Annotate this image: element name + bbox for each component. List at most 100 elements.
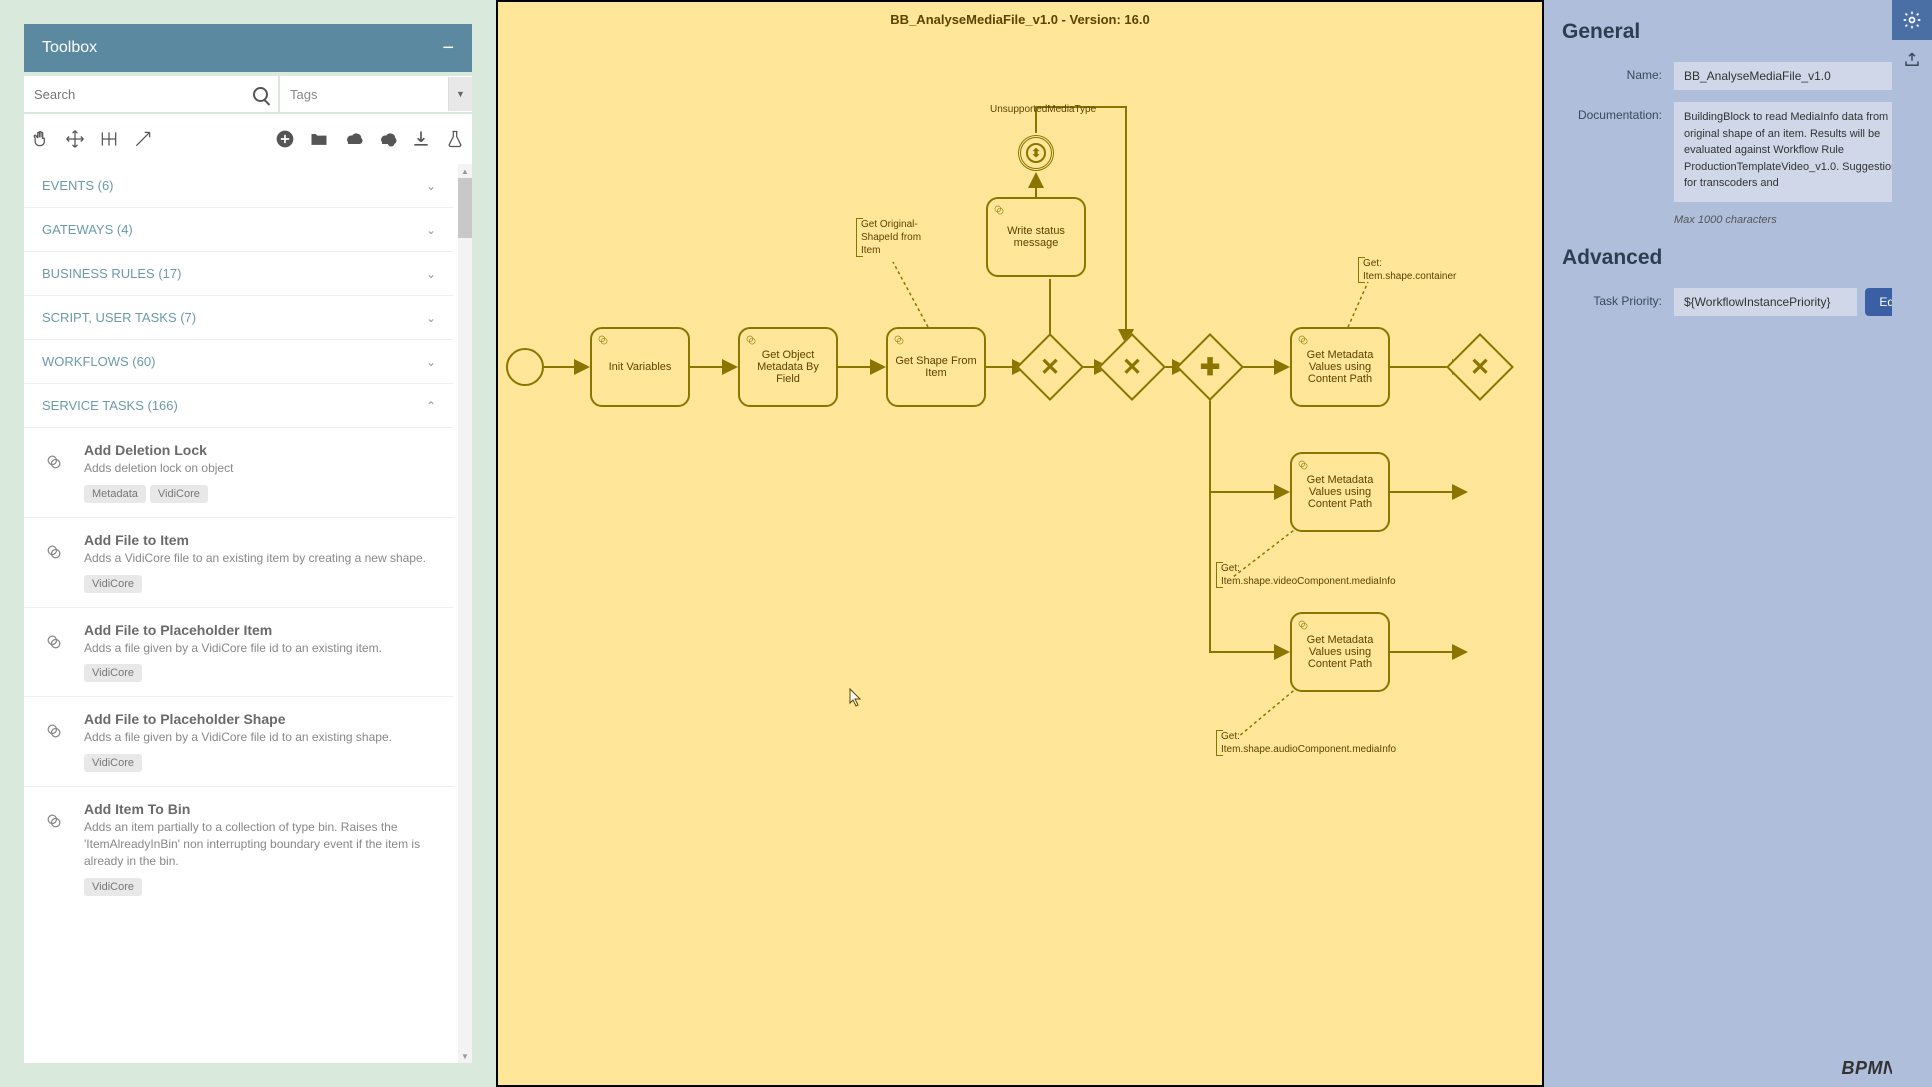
documentation-textarea[interactable] (1674, 102, 1914, 202)
gear-icon (44, 452, 64, 472)
search-box[interactable] (24, 76, 278, 112)
annotation-4: Get: Item.shape.audioComponent.mediaInfo (1216, 730, 1426, 756)
task-priority-input[interactable] (1674, 288, 1857, 316)
task-get-metadata-3[interactable]: Get Metadata Values using Content Path (1290, 612, 1390, 692)
search-input[interactable] (34, 87, 253, 102)
service-task-card[interactable]: Add File to Placeholder Item Adds a file … (24, 607, 454, 697)
chevron-down-icon: ⌄ (426, 311, 436, 325)
service-task-icon (744, 333, 758, 347)
service-task-icon (892, 333, 906, 347)
tags-label: Tags (290, 87, 317, 102)
max-chars-hint: Max 1000 characters (1674, 214, 1914, 226)
service-task-card[interactable]: Add Deletion LockAdds deletion lock on o… (24, 427, 454, 517)
name-label: Name: (1562, 62, 1674, 90)
connect-tool-icon[interactable] (130, 126, 156, 152)
task-tag: VidiCore (84, 754, 142, 772)
task-title: Add File to Placeholder Shape (84, 711, 436, 727)
service-tasks-list: Add Deletion LockAdds deletion lock on o… (24, 427, 454, 930)
gateway-partial[interactable] (1446, 333, 1514, 401)
service-task-icon (1296, 458, 1310, 472)
exclusive-gateway-2[interactable] (1098, 333, 1166, 401)
category-events[interactable]: EVENTS (6)⌄ (24, 164, 454, 208)
service-task-icon (1296, 618, 1310, 632)
task-desc: Adds a file given by a VidiCore file id … (84, 640, 436, 657)
gear-icon (44, 811, 64, 831)
service-task-icon (992, 203, 1006, 217)
task-title: Add Item To Bin (84, 801, 436, 817)
tags-dropdown[interactable]: Tags ▼ (280, 76, 472, 112)
gear-icon (44, 632, 64, 652)
task-get-object-metadata[interactable]: Get Object Metadata By Field (738, 327, 838, 407)
annotation-3: Get: Item.shape.videoComponent.mediaInfo (1216, 562, 1416, 588)
share-icon (1903, 51, 1921, 69)
task-write-status[interactable]: Write status message (986, 197, 1086, 277)
download-cloud-icon[interactable] (340, 126, 366, 152)
intermediate-event[interactable]: ⬍ (1018, 135, 1054, 171)
task-desc: Adds a VidiCore file to an existing item… (84, 550, 436, 567)
diagram-title: BB_AnalyseMediaFile_v1.0 - Version: 16.0 (890, 12, 1149, 27)
task-tag: Metadata (84, 485, 146, 503)
chevron-down-icon: ⌄ (426, 179, 436, 193)
minimize-icon[interactable]: − (442, 38, 454, 58)
task-get-metadata-2[interactable]: Get Metadata Values using Content Path (1290, 452, 1390, 532)
move-tool-icon[interactable] (62, 126, 88, 152)
category-business-rules[interactable]: BUSINESS RULES (17)⌄ (24, 252, 454, 296)
exclusive-gateway[interactable] (1016, 333, 1084, 401)
task-desc: Adds an item partially to a collection o… (84, 819, 436, 869)
task-desc: Adds deletion lock on object (84, 460, 436, 477)
category-service-tasks[interactable]: SERVICE TASKS (166)⌃ (24, 384, 454, 427)
task-tag: VidiCore (84, 664, 142, 682)
advanced-heading: Advanced (1562, 246, 1914, 270)
toolbar-icons (24, 114, 472, 164)
scroll-down-icon[interactable]: ▼ (458, 1049, 472, 1063)
scroll-up-icon[interactable]: ▲ (458, 164, 472, 178)
search-icon[interactable] (253, 87, 268, 102)
annotation-1: Get Original-ShapeId from Item (856, 218, 936, 257)
toolbox-header: Toolbox − (24, 24, 472, 72)
task-desc: Adds a file given by a VidiCore file id … (84, 729, 436, 746)
folder-icon[interactable] (306, 126, 332, 152)
chevron-down-icon[interactable]: ▼ (448, 77, 472, 111)
category-workflows[interactable]: WORKFLOWS (60)⌄ (24, 340, 454, 384)
general-heading: General (1562, 20, 1914, 44)
chevron-down-icon: ⌄ (426, 355, 436, 369)
properties-panel: General Name: ✕ Documentation: Max 1000 … (1544, 0, 1932, 1087)
settings-button[interactable] (1892, 0, 1932, 40)
align-tool-icon[interactable] (96, 126, 122, 152)
task-get-metadata-1[interactable]: Get Metadata Values using Content Path (1290, 327, 1390, 407)
chevron-down-icon: ⌄ (426, 267, 436, 281)
parallel-gateway[interactable] (1176, 333, 1244, 401)
task-init-variables[interactable]: Init Variables (590, 327, 690, 407)
toolbox-panel: Toolbox − Tags ▼ EVENTS (6)⌄ (0, 0, 496, 1087)
service-task-card[interactable]: Add File to Placeholder Shape Adds a file… (24, 696, 454, 786)
task-tag: VidiCore (150, 485, 208, 503)
add-icon[interactable] (272, 126, 298, 152)
right-side-strip (1892, 0, 1932, 1087)
save-cloud-icon[interactable] (374, 126, 400, 152)
scrollbar[interactable]: ▲ ▼ (458, 164, 472, 1063)
category-gateways[interactable]: GATEWAYS (4)⌄ (24, 208, 454, 252)
diagram-canvas[interactable]: BB_AnalyseMediaFile_v1.0 - Version: 16.0… (496, 0, 1544, 1087)
service-task-card[interactable]: Add Item To Bin Adds an item partially to… (24, 786, 454, 909)
toolbox-title: Toolbox (42, 39, 97, 57)
task-title: Add File to Item (84, 532, 436, 548)
export-button[interactable] (1892, 40, 1932, 80)
name-input[interactable] (1674, 62, 1914, 90)
task-priority-label: Task Priority: (1562, 288, 1674, 316)
cursor-icon (848, 687, 862, 707)
task-title: Add File to Placeholder Item (84, 622, 436, 638)
service-task-icon (596, 333, 610, 347)
categories-panel: EVENTS (6)⌄ GATEWAYS (4)⌄ BUSINESS RULES… (24, 164, 472, 1063)
gear-icon (44, 721, 64, 741)
import-icon[interactable] (408, 126, 434, 152)
hand-tool-icon[interactable] (28, 126, 54, 152)
start-event[interactable] (506, 348, 544, 386)
escalation-icon: ⬍ (1026, 143, 1046, 163)
service-task-card[interactable]: Add File to Item Adds a VidiCore file to … (24, 517, 454, 607)
scrollbar-thumb[interactable] (458, 178, 472, 238)
task-get-shape[interactable]: Get Shape From Item (886, 327, 986, 407)
flask-icon[interactable] (442, 126, 468, 152)
gear-icon (1902, 10, 1922, 30)
category-script-user-tasks[interactable]: SCRIPT, USER TASKS (7)⌄ (24, 296, 454, 340)
annotation-2: Get: Item.shape.container (1358, 257, 1478, 283)
